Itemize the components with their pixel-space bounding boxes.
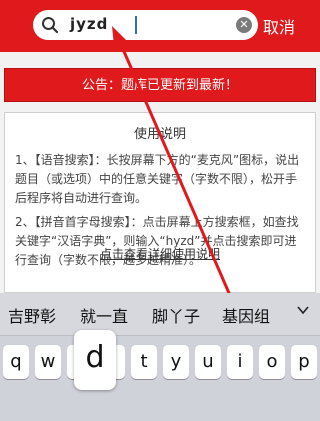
help-title: 使用说明 <box>133 127 186 142</box>
key-i[interactable]: i <box>227 345 253 379</box>
candidate-3[interactable]: 脚丫子 <box>152 303 200 327</box>
announcement-banner: 公告：题库已更新到最新！ <box>4 68 316 102</box>
key-o[interactable]: o <box>259 345 285 379</box>
key-t[interactable]: t <box>131 345 157 379</box>
cancel-button[interactable]: 取消 <box>263 14 295 38</box>
help-card: 使用说明 1、【语音搜索】：长按屏幕下方的“麦克风”图标，说出题目（或选项）中的… <box>4 112 316 293</box>
chevron-down-icon[interactable] <box>297 304 309 316</box>
key-u[interactable]: u <box>195 345 221 379</box>
key-w[interactable]: w <box>35 345 61 379</box>
key-q[interactable]: q <box>3 345 29 379</box>
keyboard: 吉野彰 就一直 脚丫子 基因组 q w e r t y u i o p <box>0 293 320 421</box>
candidate-4[interactable]: 基因组 <box>222 303 270 327</box>
search-input-value: jyzd <box>70 15 109 33</box>
candidate-2[interactable]: 就一直 <box>80 303 128 327</box>
help-details-link[interactable]: 点击查看详细使用说明 <box>0 245 320 262</box>
search-input[interactable]: jyzd ✕ <box>33 10 258 40</box>
help-paragraph-voice-search: 1、【语音搜索】：长按屏幕下方的“麦克风”图标，说出题目（或选项）中的任意关键字… <box>15 153 300 205</box>
search-header: jyzd ✕ 取消 <box>0 0 320 52</box>
key-p[interactable]: p <box>291 345 317 379</box>
key-preview-popup: d <box>74 330 116 390</box>
text-cursor <box>135 16 137 34</box>
main-content: 公告：题库已更新到最新！ 使用说明 1、【语音搜索】：长按屏幕下方的“麦克风”图… <box>0 52 320 293</box>
clear-icon[interactable]: ✕ <box>236 17 252 33</box>
candidate-1[interactable]: 吉野彰 <box>8 303 56 327</box>
key-y[interactable]: y <box>163 345 189 379</box>
candidate-bar: 吉野彰 就一直 脚丫子 基因组 <box>0 293 320 336</box>
search-icon <box>42 17 59 34</box>
